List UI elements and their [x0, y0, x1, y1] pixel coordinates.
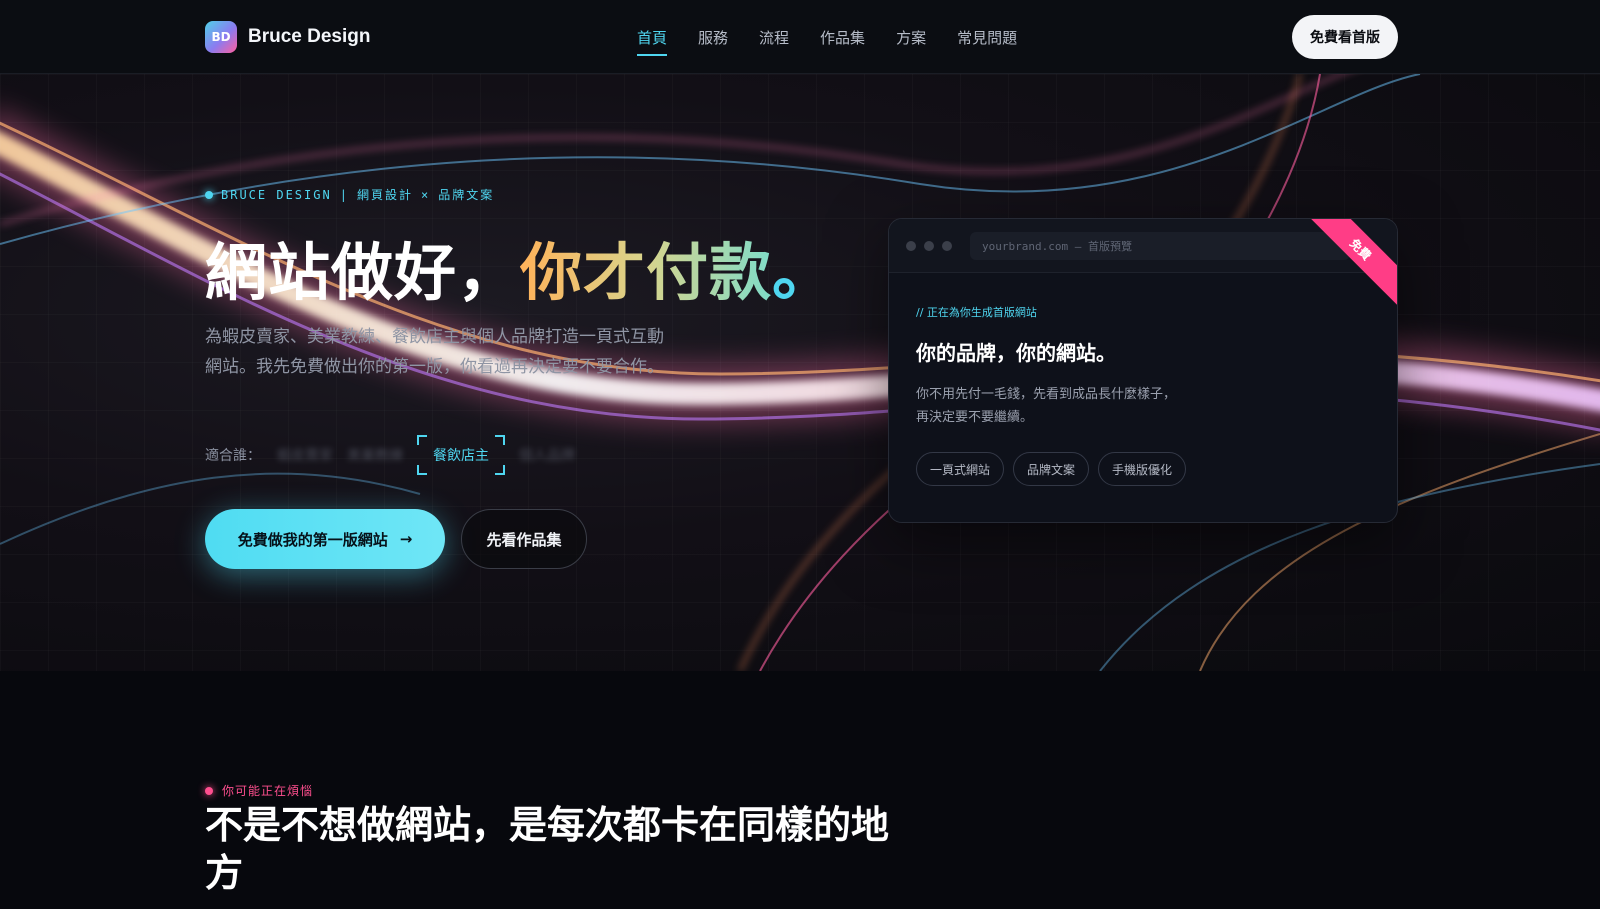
nav-item-process[interactable]: 流程 [759, 19, 789, 56]
eyebrow-brand: BRUCE DESIGN [221, 187, 332, 202]
brand-logo: BD [205, 21, 237, 53]
hero-section: BRUCE DESIGN | 網頁設計 × 品牌文案 網站做好，你才付款。 為蝦… [0, 74, 1600, 671]
tag: 手機版優化 [1098, 452, 1187, 486]
eyebrow-service-1: 網頁設計 [356, 188, 413, 202]
tag: 品牌文案 [1013, 452, 1090, 486]
eyebrow-times: × [420, 187, 431, 202]
hero-description: 為蝦皮賣家、美業教練、餐飲店主與個人品牌打造一頁式互動網站。我先免費做出你的第一… [205, 327, 664, 377]
hero-eyebrow: BRUCE DESIGN | 網頁設計 × 品牌文案 [205, 186, 494, 203]
status-dot [205, 786, 213, 795]
portfolio-button[interactable]: 先看作品集 [461, 509, 587, 569]
pain-points-section: 你可能正在煩惱 不是不想做網站，是每次都卡在同樣的地方 [0, 671, 1600, 909]
primary-cta-button[interactable]: 免費做我的第一版網站 → [205, 509, 445, 569]
audience-item: 蝦皮賣家 [277, 448, 333, 464]
nav-cta-button[interactable]: 免費看首版 [1292, 15, 1398, 59]
status-dot [205, 190, 213, 199]
card-eyebrow: // 正在為你生成首版網站 [916, 306, 1037, 319]
audience-item: 美業教練 [347, 448, 403, 464]
top-nav: BD Bruce Design 首頁 服務 流程 作品集 方案 常見問題 免費看… [0, 0, 1600, 74]
window-dot-icon [906, 240, 916, 251]
audience-active-label: 餐飲店主 [433, 448, 489, 464]
nav-item-faq[interactable]: 常見問題 [957, 19, 1017, 56]
headline-part-2: 你才付款 [520, 236, 773, 309]
card-title: 你的品牌，你的網站。 [916, 341, 1116, 365]
page: BD Bruce Design 首頁 服務 流程 作品集 方案 常見問題 免費看… [0, 0, 1600, 909]
section-title: 不是不想做網站，是每次都卡在同樣的地方 [205, 803, 890, 895]
brand[interactable]: BD Bruce Design [205, 21, 370, 53]
window-dot-icon [942, 240, 952, 251]
nav-item-plans[interactable]: 方案 [896, 19, 926, 56]
card-text: 你不用先付一毛錢，先看到成品長什麼樣子，再決定要不要繼續。 [916, 387, 1177, 425]
card-tags: 一頁式網站 品牌文案 手機版優化 [916, 452, 1187, 486]
section-eyebrow: 你可能正在煩惱 [205, 782, 313, 799]
window-dot-icon [924, 240, 934, 251]
primary-cta-label: 免費做我的第一版網站 [237, 530, 388, 549]
brand-name: Bruce Design [248, 26, 371, 47]
eyebrow-service-2: 品牌文案 [438, 188, 495, 202]
arrow-right-icon: → [399, 530, 413, 548]
audience-row: 適合誰： 蝦皮賣家 美業教練 餐飲店主 個人品牌 [205, 435, 575, 475]
eyebrow-separator: | [339, 187, 349, 202]
audience-item-active: 餐飲店主 [417, 435, 505, 475]
main-menu: 首頁 服務 流程 作品集 方案 常見問題 [637, 0, 1017, 74]
section-eyebrow-label: 你可能正在煩惱 [222, 784, 314, 798]
nav-item-services[interactable]: 服務 [698, 19, 728, 56]
audience-label: 適合誰： [205, 448, 261, 464]
headline-part-3: 。 [772, 236, 836, 309]
nav-item-portfolio[interactable]: 作品集 [820, 19, 865, 56]
headline-part-1: 網站做好， [205, 236, 521, 309]
audience-item: 個人品牌 [519, 448, 575, 464]
hero-headline: 網站做好，你才付款。 [205, 222, 835, 312]
preview-browser-card: yourbrand.com — 首版預覽 免費 // 正在為你生成首版網站 你的… [888, 218, 1398, 523]
tag: 一頁式網站 [916, 452, 1005, 486]
address-bar: yourbrand.com — 首版預覽 [970, 231, 1350, 260]
nav-item-home[interactable]: 首頁 [637, 19, 668, 56]
